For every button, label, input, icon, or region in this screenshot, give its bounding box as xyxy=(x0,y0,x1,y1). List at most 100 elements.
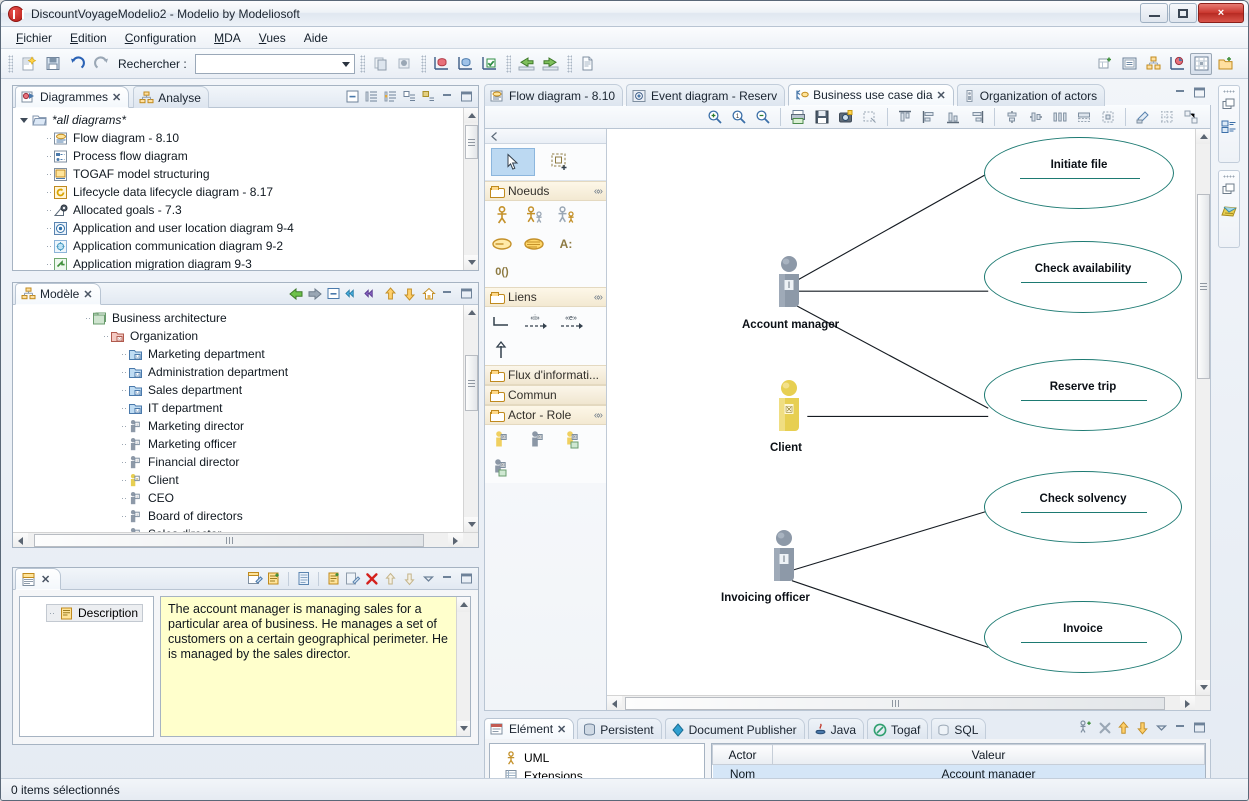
internal-actor-role-icon[interactable]: ☒ xyxy=(491,457,513,479)
properties-icon[interactable] xyxy=(1118,53,1140,75)
tree-root-all-diagrams[interactable]: *all diagrams* xyxy=(13,111,462,129)
collapse-all-icon[interactable] xyxy=(344,88,361,105)
scroll-up-button[interactable] xyxy=(464,108,478,123)
table-header-valeur[interactable]: Valeur xyxy=(772,744,1205,765)
usecase-initiate-file[interactable]: Initiate file xyxy=(984,137,1174,209)
toolbar-grip-5[interactable] xyxy=(566,54,572,73)
tab-element[interactable]: Elément ✕ xyxy=(484,718,575,740)
scroll-up-button[interactable] xyxy=(1196,129,1210,144)
zoom-actual-icon[interactable]: 1 xyxy=(728,106,750,128)
model-tree-icon[interactable] xyxy=(1142,53,1164,75)
external-actor-icon[interactable]: ☒ xyxy=(491,429,513,451)
actor-icon[interactable] xyxy=(491,205,513,227)
minimize-view-icon[interactable] xyxy=(1172,719,1189,736)
close-icon[interactable]: ✕ xyxy=(112,91,121,104)
collapse-icon[interactable]: «» xyxy=(594,186,603,197)
minimize-button[interactable] xyxy=(1140,3,1168,23)
analysis-icon[interactable] xyxy=(1166,53,1188,75)
restore-icon[interactable] xyxy=(1222,183,1236,199)
style-brush-icon[interactable] xyxy=(1132,106,1154,128)
outline-view-icon[interactable] xyxy=(1221,119,1237,137)
text-icon[interactable]: A: xyxy=(555,233,577,255)
tree-item-diagram[interactable]: ·· Application and user location diagram … xyxy=(13,219,462,237)
delete-icon[interactable] xyxy=(1096,719,1113,736)
toolbar-grip[interactable] xyxy=(8,54,13,73)
menu-icon[interactable] xyxy=(420,570,437,587)
down-icon[interactable] xyxy=(401,570,418,587)
actor-invoicing-officer[interactable]: I xyxy=(762,529,806,591)
tree-item-model[interactable]: ·· o Organization xyxy=(13,327,462,345)
print-icon[interactable] xyxy=(787,106,809,128)
table-header-actor[interactable]: Actor xyxy=(712,744,773,765)
rail-grip[interactable] xyxy=(1223,175,1235,178)
filter-icon[interactable] xyxy=(382,88,399,105)
save-image-icon[interactable] xyxy=(811,106,833,128)
tab-business-usecase[interactable]: Business use case dia ✕ xyxy=(788,84,954,106)
maximize-view-icon[interactable] xyxy=(1191,719,1208,736)
external-actor-role-icon[interactable]: ☒ xyxy=(563,429,585,451)
menu-aide[interactable]: Aide xyxy=(295,28,337,48)
actor-account-manager[interactable]: I xyxy=(767,255,811,317)
menu-mda[interactable]: MDA xyxy=(205,28,250,48)
redo-icon[interactable] xyxy=(90,53,112,75)
scroll-down-button[interactable] xyxy=(464,517,478,532)
palette-group-commun[interactable]: Commun xyxy=(485,385,606,405)
zoom-out-icon[interactable] xyxy=(752,106,774,128)
tree-item-diagram[interactable]: ·· TOGAF model structuring xyxy=(13,165,462,183)
grid-icon[interactable] xyxy=(1156,106,1178,128)
collapse-all-icon[interactable] xyxy=(325,285,342,302)
maximize-view-icon[interactable] xyxy=(458,88,475,105)
scroll-thumb[interactable] xyxy=(465,355,478,411)
align-center-h-icon[interactable] xyxy=(1001,106,1023,128)
scroll-up-button[interactable] xyxy=(464,305,478,320)
document-icon[interactable] xyxy=(577,53,599,75)
menu-icon[interactable] xyxy=(1153,719,1170,736)
palette-group-actor-role[interactable]: Actor - Role «» xyxy=(485,405,606,425)
tab-event-diagram[interactable]: Event diagram - Reserv xyxy=(626,84,786,106)
add-stereotype-icon[interactable] xyxy=(1077,719,1094,736)
back-icon[interactable] xyxy=(287,285,304,302)
tree-item-model[interactable]: ·· I CEO xyxy=(13,489,462,507)
minimize-view-icon[interactable] xyxy=(1172,84,1189,101)
align-center-v-icon[interactable] xyxy=(1025,106,1047,128)
tree-item-model[interactable]: ·· u Sales department xyxy=(13,381,462,399)
include-link-icon[interactable]: «i» xyxy=(523,311,549,333)
back-green-icon[interactable] xyxy=(516,53,538,75)
up-icon[interactable] xyxy=(382,570,399,587)
close-icon[interactable]: ✕ xyxy=(557,723,566,736)
scroll-thumb-h[interactable] xyxy=(625,697,1165,710)
align-top-icon[interactable] xyxy=(894,106,916,128)
usecase-invoice[interactable]: Invoice xyxy=(984,601,1182,673)
tree-item-diagram[interactable]: ·· Process flow diagram xyxy=(13,147,462,165)
scroll-left-button[interactable] xyxy=(13,533,28,547)
tree-item-model[interactable]: ·· I Financial director xyxy=(13,453,462,471)
minimize-view-icon[interactable] xyxy=(439,88,456,105)
usecase-filled-icon[interactable] xyxy=(523,233,545,255)
select-region-icon[interactable] xyxy=(859,106,881,128)
port-icon[interactable]: 0() xyxy=(491,261,513,283)
down-icon[interactable] xyxy=(1134,719,1151,736)
menu-edition[interactable]: Edition xyxy=(61,28,116,48)
tree-item-diagram[interactable]: ·· Lifecycle data lifecycle diagram - 8.1… xyxy=(13,183,462,201)
tab-analyse[interactable]: Analyse xyxy=(133,86,209,108)
export-icon[interactable] xyxy=(394,53,416,75)
zoom-in-icon[interactable] xyxy=(704,106,726,128)
tab-notes[interactable]: ✕ xyxy=(15,568,62,590)
new-diagram-icon[interactable] xyxy=(1094,53,1116,75)
close-icon[interactable]: ✕ xyxy=(41,573,50,586)
up-icon[interactable] xyxy=(382,285,399,302)
scroll-thumb[interactable] xyxy=(1197,194,1210,379)
maximize-button[interactable] xyxy=(1169,3,1197,23)
actor-client[interactable]: ☒ xyxy=(767,379,811,441)
model-hscrollbar[interactable] xyxy=(13,532,478,547)
palette-group-flux[interactable]: Flux d'informati... xyxy=(485,365,606,385)
list-item[interactable]: ·· Description xyxy=(46,604,144,622)
align-left-icon[interactable] xyxy=(918,106,940,128)
edit-note-icon[interactable] xyxy=(246,570,263,587)
grid-icon[interactable] xyxy=(1190,52,1212,75)
select-tool-icon[interactable] xyxy=(491,148,535,176)
green-check-chart-icon[interactable] xyxy=(479,53,501,75)
scroll-down-button[interactable] xyxy=(464,255,478,270)
tab-java[interactable]: Java xyxy=(807,718,865,740)
sort-icon[interactable] xyxy=(363,88,380,105)
